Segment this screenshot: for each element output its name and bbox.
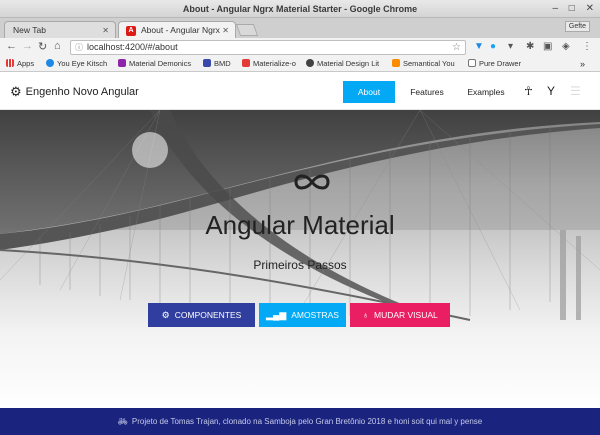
app-header: ⚙ Engenho Novo Angular About Features Exa… bbox=[0, 72, 600, 110]
puzzle-extension-icon[interactable]: ✱ bbox=[526, 41, 534, 52]
browser-toolbar: ← → ↻ ⌂ ⓘ localhost:4200/#/about ☆ ▼ ● ▾… bbox=[0, 38, 600, 57]
info-icon[interactable]: ⓘ bbox=[75, 41, 83, 54]
window-titlebar: About - Angular Ngrx Material Starter - … bbox=[0, 0, 600, 18]
footer: 🚲︎ Projeto de Tomas Trajan, clonado na Sa… bbox=[0, 408, 600, 435]
bookmarks-overflow-icon[interactable]: » bbox=[580, 59, 585, 69]
hero-title: Angular Material bbox=[205, 210, 395, 240]
home-icon[interactable]: ⌂ bbox=[54, 40, 61, 52]
tab-close-icon[interactable]: ✕ bbox=[102, 22, 109, 39]
bookmark-favicon-icon bbox=[46, 59, 54, 67]
tab-close-icon[interactable]: ✕ bbox=[222, 22, 229, 39]
signal-icon: ▂▄▆ bbox=[266, 310, 287, 320]
gears-icon: ⚙ bbox=[10, 84, 22, 99]
hero-subtitle: Primeiros Passos bbox=[253, 258, 347, 272]
bookmark-item[interactable]: Pure Drawer bbox=[468, 59, 521, 68]
tab-strip: New Tab ✕ A About - Angular Ngrx ✕ Gefte bbox=[0, 18, 600, 38]
accessibility-icon[interactable]: ☥ bbox=[524, 84, 533, 98]
bookmark-favicon-icon bbox=[203, 59, 211, 67]
bookmark-favicon-icon bbox=[392, 59, 400, 67]
bookmark-favicon-icon bbox=[242, 59, 250, 67]
angular-favicon-icon: A bbox=[126, 26, 136, 36]
tab-new-tab[interactable]: New Tab ✕ bbox=[4, 21, 116, 38]
maximize-icon[interactable]: □ bbox=[569, 3, 575, 14]
tab-about[interactable]: A About - Angular Ngrx ✕ bbox=[118, 21, 236, 38]
nav-examples[interactable]: Examples bbox=[460, 81, 512, 103]
window-controls: – □ ✕ bbox=[544, 0, 594, 18]
bookmark-favicon-icon bbox=[468, 59, 476, 67]
filter-extension-icon[interactable]: ▾ bbox=[508, 41, 513, 52]
forward-icon[interactable]: → bbox=[22, 40, 33, 52]
menu-lines-icon[interactable]: ☰ bbox=[570, 84, 581, 98]
reload-icon[interactable]: ↻ bbox=[38, 40, 47, 53]
url-text: localhost:4200/#/about bbox=[87, 42, 178, 52]
menu-icon[interactable]: ⋮ bbox=[582, 41, 592, 52]
bookmark-favicon-icon bbox=[118, 59, 126, 67]
brand-name: Engenho Novo Angular bbox=[25, 86, 139, 98]
gears-icon: ⚙ bbox=[161, 310, 170, 320]
footer-text: Projeto de Tomas Trajan, clonado na Samb… bbox=[131, 417, 483, 426]
bookmark-item[interactable]: BMD bbox=[203, 59, 231, 68]
nav-about[interactable]: About bbox=[343, 81, 395, 103]
screenshot-extension-icon[interactable]: ▣ bbox=[543, 41, 552, 52]
close-icon[interactable]: ✕ bbox=[586, 3, 594, 14]
bookmarks-bar: Apps You Eye Kitsch Material Demonics BM… bbox=[0, 57, 600, 72]
window-title: About - Angular Ngrx Material Starter - … bbox=[182, 4, 418, 14]
tab-label: New Tab bbox=[13, 25, 46, 35]
change-theme-button[interactable]: ♁ MUDAR VISUAL bbox=[350, 303, 450, 327]
infinity-icon bbox=[294, 174, 330, 190]
bookmark-favicon-icon bbox=[306, 59, 314, 67]
hero-section: Angular Material Primeiros Passos ⚙ COMPO… bbox=[0, 110, 600, 408]
bookmark-item[interactable]: Semantical You bbox=[392, 59, 455, 68]
bookmark-item[interactable]: Material Design Lit bbox=[306, 59, 379, 68]
tab-label: About - Angular Ngrx bbox=[141, 25, 220, 35]
twitter-extension-icon[interactable]: ● bbox=[490, 41, 496, 52]
bookmark-star-icon[interactable]: ☆ bbox=[452, 41, 461, 54]
vuejs-extension-icon[interactable]: ▼ bbox=[474, 41, 484, 52]
address-bar[interactable]: ⓘ localhost:4200/#/about ☆ bbox=[70, 40, 466, 55]
apps-grid-icon bbox=[6, 59, 14, 67]
profile-button[interactable]: Gefte bbox=[564, 21, 590, 32]
lightbulb-icon: ♁ bbox=[362, 310, 369, 320]
shield-extension-icon[interactable]: ◈ bbox=[562, 41, 570, 52]
components-button[interactable]: ⚙ COMPONENTES bbox=[148, 303, 255, 327]
new-tab-button[interactable] bbox=[235, 24, 259, 36]
samples-button[interactable]: ▂▄▆ AMOSTRAS bbox=[259, 303, 346, 327]
minimize-icon[interactable]: – bbox=[552, 3, 558, 14]
bicycle-icon: 🚲︎ bbox=[117, 417, 128, 426]
nav-features[interactable]: Features bbox=[402, 81, 452, 103]
bookmark-item[interactable]: Material Demonics bbox=[118, 59, 191, 68]
back-icon[interactable]: ← bbox=[6, 40, 17, 52]
bookmark-item[interactable]: Materialize-o bbox=[242, 59, 296, 68]
bookmark-item[interactable]: You Eye Kitsch bbox=[46, 59, 107, 68]
cocktail-icon[interactable]: Y bbox=[547, 84, 555, 98]
brand[interactable]: ⚙ Engenho Novo Angular bbox=[10, 84, 139, 100]
bookmark-apps[interactable]: Apps bbox=[6, 59, 34, 68]
